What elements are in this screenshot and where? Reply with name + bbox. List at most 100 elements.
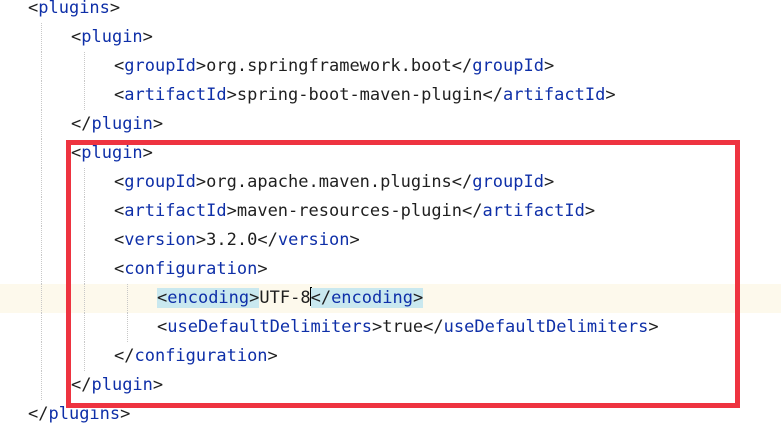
tag-bracket: </ <box>257 230 278 250</box>
code-line[interactable]: <artifactId>maven-resources-plugin</arti… <box>0 197 781 226</box>
tag-bracket: > <box>267 346 278 366</box>
open-tag: </configuration> <box>114 346 278 366</box>
close-tag: </artifactId> <box>483 85 616 105</box>
tag-bracket: </ <box>423 317 444 337</box>
tag-bracket: </ <box>451 172 473 192</box>
indent-guide <box>41 342 42 371</box>
open-tag: <plugin> <box>71 143 153 163</box>
code-content: </plugins> <box>28 400 130 429</box>
tag-bracket: < <box>28 0 39 18</box>
tag-name: artifactId <box>482 201 585 221</box>
code-line[interactable]: </plugin> <box>0 110 781 139</box>
indent-guide <box>84 168 85 197</box>
indent-guide <box>84 313 85 342</box>
indent-guide <box>127 313 128 342</box>
indent-guide <box>84 342 85 371</box>
tag-name: useDefaultDelimiters <box>167 317 372 337</box>
indent-guide <box>84 226 85 255</box>
tag-bracket: < <box>114 85 125 105</box>
code-line[interactable]: <plugin> <box>0 23 781 52</box>
tag-bracket: </ <box>71 375 92 395</box>
tag-bracket: </ <box>462 201 483 221</box>
code-line[interactable]: <encoding>UTF-8</encoding> <box>0 284 781 313</box>
tag-name: useDefaultDelimiters <box>443 317 649 337</box>
tag-bracket: > <box>109 0 121 18</box>
indent-guide <box>84 284 85 313</box>
code-line[interactable]: <plugins> <box>0 0 781 23</box>
indent-guide <box>41 168 42 197</box>
tag-name: plugins <box>48 404 121 424</box>
code-content: <useDefaultDelimiters>true</useDefaultDe… <box>157 313 659 342</box>
code-line[interactable]: </plugins> <box>0 400 781 429</box>
code-content: <plugin> <box>71 23 153 52</box>
code-content: <plugins> <box>28 0 120 23</box>
tag-name: configuration <box>124 259 258 279</box>
tag-bracket: </ <box>114 346 135 366</box>
tag-bracket: > <box>152 114 164 134</box>
tag-bracket: </ <box>310 288 332 308</box>
code-line[interactable]: <version>3.2.0</version> <box>0 226 781 255</box>
code-line[interactable]: <configuration> <box>0 255 781 284</box>
tag-bracket: > <box>412 288 424 308</box>
open-tag: <plugin> <box>71 27 153 47</box>
code-editor[interactable]: <plugins> <plugin> <groupId>org.springfram… <box>0 0 781 433</box>
code-line[interactable]: </plugin> <box>0 371 781 400</box>
indent-guide <box>41 371 42 400</box>
code-content: <plugin> <box>71 139 153 168</box>
tag-bracket: < <box>71 27 82 47</box>
indent-guide <box>84 255 85 284</box>
tag-bracket: > <box>226 201 237 221</box>
tag-name: version <box>277 230 350 250</box>
tag-bracket: > <box>257 259 268 279</box>
tag-bracket: > <box>349 230 360 250</box>
tag-name: version <box>124 230 196 250</box>
open-tag: <artifactId> <box>114 85 237 105</box>
close-tag: </version> <box>257 230 359 250</box>
open-tag: <encoding> <box>157 288 260 308</box>
tag-bracket: < <box>114 230 125 250</box>
close-tag: </artifactId> <box>462 201 595 221</box>
code-line[interactable]: </configuration> <box>0 342 781 371</box>
close-tag: </encoding> <box>310 288 424 308</box>
indent-guide <box>41 255 42 284</box>
tag-bracket: > <box>543 172 555 192</box>
code-content: <artifactId>maven-resources-plugin</arti… <box>114 197 595 226</box>
indent-guide <box>84 197 85 226</box>
tag-name: groupId <box>472 56 544 76</box>
tag-bracket: < <box>114 56 125 76</box>
close-tag: </useDefaultDelimiters> <box>423 317 658 337</box>
open-tag: <artifactId> <box>114 201 237 221</box>
tag-name: plugin <box>91 114 153 134</box>
tag-bracket: > <box>543 56 555 76</box>
tag-bracket: > <box>249 288 260 308</box>
code-line[interactable]: <groupId>org.apache.maven.plugins</group… <box>0 168 781 197</box>
tag-bracket: > <box>371 317 383 337</box>
tag-bracket: > <box>142 27 153 47</box>
tag-bracket: > <box>195 230 207 250</box>
tag-name: plugin <box>81 143 143 163</box>
tag-name: encoding <box>331 288 413 308</box>
tag-name: plugins <box>38 0 110 18</box>
tag-name: artifactId <box>502 85 606 105</box>
element-text: UTF-8 <box>259 288 311 308</box>
code-line[interactable]: <groupId>org.springframework.boot</group… <box>0 52 781 81</box>
tag-name: artifactId <box>124 85 227 105</box>
code-content: <groupId>org.apache.maven.plugins</group… <box>114 168 554 197</box>
indent-guide <box>41 23 42 52</box>
tag-bracket: < <box>114 172 125 192</box>
tag-bracket: > <box>195 172 207 192</box>
tag-name: groupId <box>472 172 544 192</box>
indent-guide <box>41 284 42 313</box>
indent-guide <box>41 52 42 81</box>
open-tag: <groupId> <box>114 172 206 192</box>
open-tag: <configuration> <box>114 259 268 279</box>
code-content: <artifactId>spring-boot-maven-plugin</ar… <box>114 81 616 110</box>
tag-bracket: < <box>157 288 168 308</box>
open-tag: <version> <box>114 230 206 250</box>
code-line[interactable]: <useDefaultDelimiters>true</useDefaultDe… <box>0 313 781 342</box>
code-line[interactable]: <artifactId>spring-boot-maven-plugin</ar… <box>0 81 781 110</box>
tag-bracket: < <box>71 143 82 163</box>
code-line[interactable]: <plugin> <box>0 139 781 168</box>
close-tag: </groupId> <box>452 172 554 192</box>
tag-bracket: > <box>120 404 131 424</box>
